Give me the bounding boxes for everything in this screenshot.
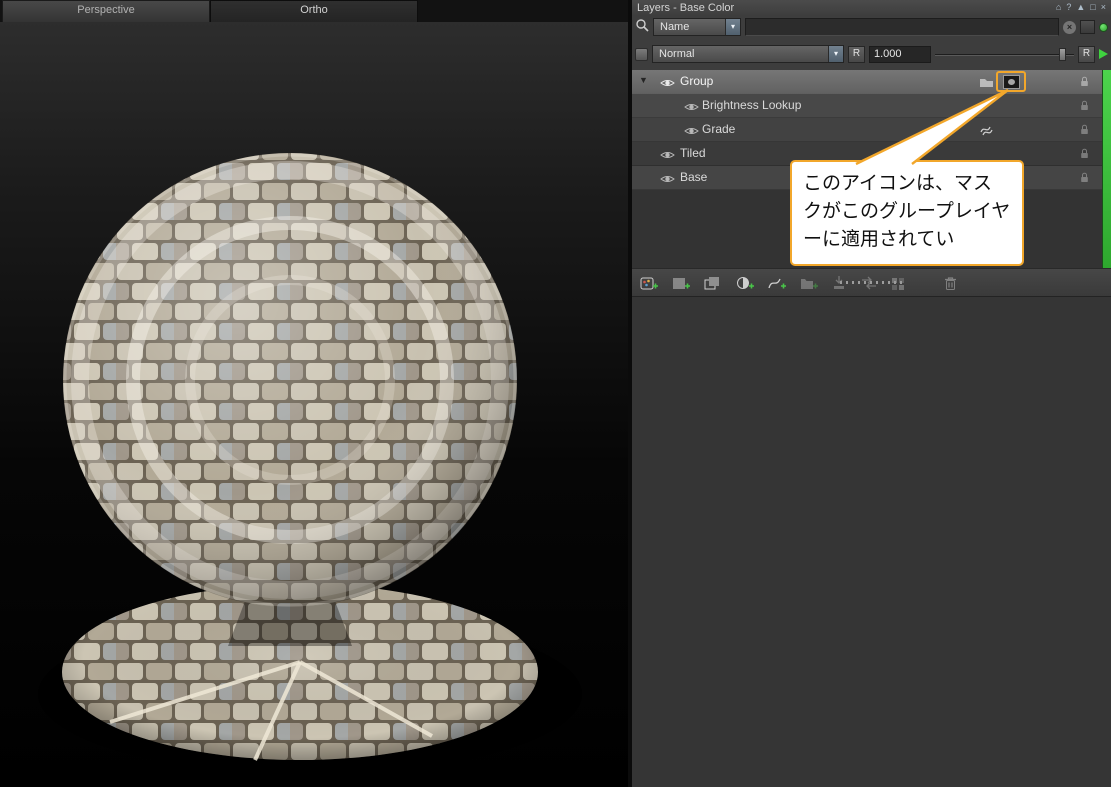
amount-field[interactable] xyxy=(869,45,931,63)
add-graph-layer-icon[interactable] xyxy=(768,275,787,291)
blend-indicator-icon xyxy=(635,47,648,61)
chevron-down-icon: ▾ xyxy=(725,19,740,35)
play-icon[interactable] xyxy=(1099,49,1108,59)
visibility-eye-icon[interactable] xyxy=(684,101,699,115)
layer-name: Tiled xyxy=(680,146,706,160)
add-paint-layer-icon[interactable] xyxy=(640,275,659,291)
reset-amount-button[interactable]: R xyxy=(1078,45,1095,63)
add-adjustment-layer-icon[interactable] xyxy=(736,275,755,291)
mask-highlight-box xyxy=(996,71,1026,92)
amount-slider[interactable] xyxy=(935,46,1074,63)
tab-ortho[interactable]: Ortho xyxy=(210,0,418,22)
visibility-eye-icon[interactable] xyxy=(660,149,675,163)
lock-icon[interactable] xyxy=(1080,76,1089,90)
panel-title: Layers - Base Color xyxy=(637,1,735,14)
help-icon[interactable]: ? xyxy=(1066,1,1071,14)
remove-layer-icon[interactable] xyxy=(943,275,958,291)
layer-row-brightness-lookup[interactable]: Brightness Lookup xyxy=(632,94,1102,118)
slider-track xyxy=(935,53,1074,56)
lock-icon[interactable] xyxy=(1080,124,1089,138)
chevron-down-icon: ▾ xyxy=(828,46,843,62)
layer-row-group[interactable]: ▼ Group xyxy=(632,70,1102,94)
filter-options-button[interactable] xyxy=(1080,20,1095,34)
layer-row-grade[interactable]: Grade xyxy=(632,118,1102,142)
viewport-tabbar: Perspective Ortho xyxy=(0,0,628,22)
layer-name: Brightness Lookup xyxy=(702,98,802,112)
cached-curves-icon xyxy=(979,123,993,140)
shade-icon[interactable]: ▲ xyxy=(1076,1,1085,14)
clear-search-icon[interactable]: × xyxy=(1063,20,1076,34)
status-dot xyxy=(1099,22,1108,32)
search-input[interactable] xyxy=(745,18,1059,36)
blend-mode-label: Normal xyxy=(659,48,695,60)
panel-controls: ⌂ ? ▲ □ × xyxy=(1056,1,1106,14)
splitter-handle[interactable] xyxy=(840,281,904,284)
layers-panel: Layers - Base Color ⌂ ? ▲ □ × Name ▾ × N… xyxy=(632,0,1111,787)
layer-name: Base xyxy=(680,170,708,184)
cache-status-bar xyxy=(1102,70,1111,268)
reset-blend-button[interactable]: R xyxy=(848,45,865,63)
add-group-layer-icon[interactable] xyxy=(800,275,819,291)
float-icon[interactable]: □ xyxy=(1090,1,1095,14)
search-field-dropdown[interactable]: Name ▾ xyxy=(653,18,741,36)
duplicate-layer-icon[interactable] xyxy=(704,275,723,291)
expander-icon[interactable]: ▼ xyxy=(639,75,648,85)
layer-row-tiled[interactable]: Tiled xyxy=(632,142,1102,166)
layer-list: ▼ Group Brightness Lookup Grade Tiled Ba… xyxy=(632,70,1102,268)
search-row: Name ▾ × xyxy=(635,17,1108,37)
layer-row-base[interactable]: Base xyxy=(632,166,1102,190)
visibility-eye-icon[interactable] xyxy=(660,173,675,187)
search-field-label: Name xyxy=(660,21,690,33)
search-icon xyxy=(635,18,649,37)
blend-mode-dropdown[interactable]: Normal ▾ xyxy=(652,45,844,63)
panel-titlebar: Layers - Base Color ⌂ ? ▲ □ × xyxy=(632,0,1111,15)
viewport-canvas[interactable] xyxy=(0,22,628,787)
layer-name: Group xyxy=(680,74,714,88)
visibility-eye-icon[interactable] xyxy=(684,125,699,139)
visibility-eye-icon[interactable] xyxy=(660,77,675,91)
viewport: Perspective Ortho xyxy=(0,0,628,787)
folder-icon xyxy=(979,76,994,91)
lock-icon[interactable] xyxy=(1080,148,1089,162)
panel-empty-area xyxy=(632,296,1111,787)
lock-icon[interactable] xyxy=(1080,172,1089,186)
add-layer-icon[interactable] xyxy=(672,275,691,291)
tab-perspective[interactable]: Perspective xyxy=(2,0,210,22)
blend-row: Normal ▾ R R xyxy=(635,44,1108,64)
lock-icon[interactable] xyxy=(1080,100,1089,114)
shader-ball xyxy=(38,153,582,774)
slider-handle[interactable] xyxy=(1059,47,1066,61)
close-icon[interactable]: × xyxy=(1101,1,1106,14)
home-icon[interactable]: ⌂ xyxy=(1056,1,1061,14)
layer-name: Grade xyxy=(702,122,736,136)
